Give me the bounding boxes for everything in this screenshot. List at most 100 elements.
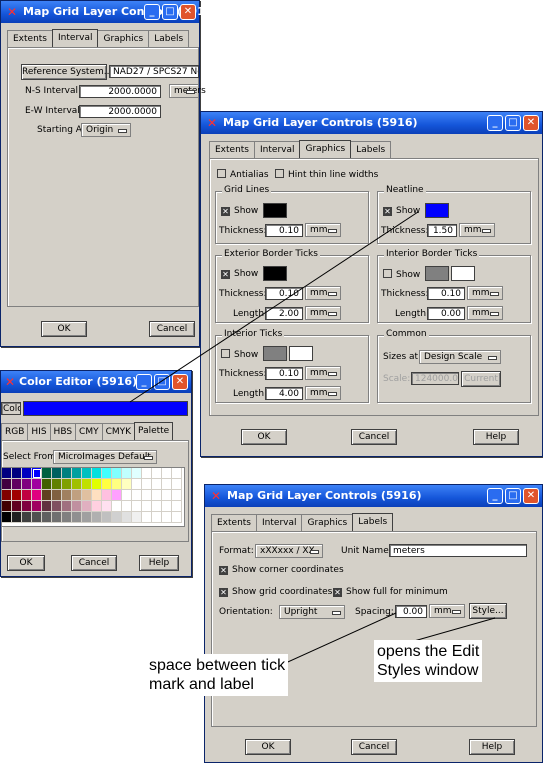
ok-button[interactable]: OK bbox=[245, 739, 291, 755]
palette-cell[interactable] bbox=[52, 479, 62, 490]
close-icon[interactable]: ✕ bbox=[172, 374, 188, 390]
palette-cell[interactable] bbox=[122, 501, 132, 512]
palette-cell[interactable] bbox=[72, 501, 82, 512]
palette-cell[interactable] bbox=[62, 479, 72, 490]
palette-cell[interactable] bbox=[102, 468, 112, 479]
current-color-swatch[interactable] bbox=[23, 401, 188, 416]
hint-thin-checkbox[interactable]: Hint thin line widths bbox=[275, 169, 378, 181]
palette-cell[interactable] bbox=[12, 501, 22, 512]
palette-cell[interactable] bbox=[132, 490, 142, 501]
palette-cell[interactable] bbox=[92, 490, 102, 501]
palette-cell[interactable] bbox=[32, 490, 42, 501]
palette-cell[interactable] bbox=[22, 479, 32, 490]
window-graphics-titlebar[interactable]: ✕ Map Grid Layer Controls (5916) _ □ ✕ bbox=[201, 112, 542, 134]
palette-cell[interactable] bbox=[162, 468, 172, 479]
interior-thickness-input[interactable]: 0.10 bbox=[265, 367, 303, 380]
palette-cell[interactable] bbox=[82, 479, 92, 490]
palette-cell[interactable] bbox=[172, 479, 182, 490]
palette-cell[interactable] bbox=[82, 490, 92, 501]
maximize-icon[interactable]: □ bbox=[505, 115, 521, 131]
palette-cell[interactable] bbox=[2, 501, 12, 512]
interior-border-secondary-swatch[interactable] bbox=[451, 266, 475, 281]
tab-cmy[interactable]: CMY bbox=[75, 423, 103, 441]
palette-cell[interactable] bbox=[152, 468, 162, 479]
palette-cell[interactable] bbox=[42, 490, 52, 501]
palette-cell[interactable] bbox=[112, 468, 122, 479]
scale-input[interactable]: 124000.0 bbox=[411, 372, 459, 385]
tab-hbs[interactable]: HBS bbox=[49, 423, 77, 441]
maximize-icon[interactable]: □ bbox=[154, 374, 170, 390]
palette-cell[interactable] bbox=[142, 501, 152, 512]
palette-cell[interactable] bbox=[22, 512, 32, 523]
palette-cell[interactable] bbox=[62, 468, 72, 479]
minimize-icon[interactable]: _ bbox=[144, 4, 160, 20]
palette-cell[interactable] bbox=[102, 512, 112, 523]
interior-border-length-unit-dropdown[interactable]: mm bbox=[467, 306, 503, 320]
spacing-unit-dropdown[interactable]: mm bbox=[429, 604, 465, 618]
interior-secondary-swatch[interactable] bbox=[289, 346, 313, 361]
grid-lines-unit-dropdown[interactable]: mm bbox=[305, 223, 341, 237]
tab-interval[interactable]: Interval bbox=[256, 514, 303, 532]
grid-lines-thickness-input[interactable]: 0.10 bbox=[265, 224, 303, 237]
palette-cell[interactable] bbox=[142, 490, 152, 501]
palette-cell[interactable] bbox=[152, 490, 162, 501]
interior-length-unit-dropdown[interactable]: mm bbox=[305, 386, 341, 400]
ok-button[interactable]: OK bbox=[7, 555, 45, 571]
ok-button[interactable]: OK bbox=[241, 429, 287, 445]
palette-cell[interactable] bbox=[52, 512, 62, 523]
color-editor-titlebar[interactable]: ✕ Color Editor (5916) _ □ ✕ bbox=[1, 371, 191, 393]
exterior-length-input[interactable]: 2.00 bbox=[265, 307, 303, 320]
palette-cell[interactable] bbox=[162, 512, 172, 523]
palette-cell[interactable] bbox=[42, 479, 52, 490]
interior-border-thickness-unit-dropdown[interactable]: mm bbox=[467, 286, 503, 300]
antialias-checkbox[interactable]: Antialias bbox=[217, 169, 269, 181]
exterior-length-unit-dropdown[interactable]: mm bbox=[305, 306, 341, 320]
tab-graphics[interactable]: Graphics bbox=[301, 514, 354, 532]
palette-cell[interactable] bbox=[172, 512, 182, 523]
ns-interval-input[interactable]: 2000.0000 bbox=[79, 85, 161, 98]
interior-border-length-input[interactable]: 0.00 bbox=[427, 307, 465, 320]
tab-graphics[interactable]: Graphics bbox=[299, 140, 352, 160]
help-button[interactable]: Help bbox=[469, 739, 515, 755]
palette-dropdown[interactable]: MicroImages Default bbox=[53, 450, 157, 464]
units-dropdown[interactable]: meters bbox=[169, 84, 206, 98]
palette-cell[interactable] bbox=[162, 490, 172, 501]
palette-cell[interactable] bbox=[92, 512, 102, 523]
cancel-button[interactable]: Cancel bbox=[149, 321, 195, 337]
palette-cell[interactable] bbox=[62, 512, 72, 523]
palette-cell[interactable] bbox=[172, 490, 182, 501]
tab-labels[interactable]: Labels bbox=[352, 513, 394, 533]
palette-cell[interactable] bbox=[112, 501, 122, 512]
starting-at-dropdown[interactable]: Origin bbox=[81, 123, 131, 137]
palette-cell[interactable] bbox=[22, 468, 32, 479]
palette-cell[interactable] bbox=[122, 512, 132, 523]
tab-labels[interactable]: Labels bbox=[350, 141, 392, 159]
exterior-thickness-unit-dropdown[interactable]: mm bbox=[305, 286, 341, 300]
palette-cell[interactable] bbox=[122, 490, 132, 501]
palette-cell[interactable] bbox=[92, 501, 102, 512]
tab-labels[interactable]: Labels bbox=[148, 30, 190, 48]
help-button[interactable]: Help bbox=[473, 429, 519, 445]
palette-cell[interactable] bbox=[102, 490, 112, 501]
neatline-unit-dropdown[interactable]: mm bbox=[459, 223, 495, 237]
palette-cell[interactable] bbox=[62, 490, 72, 501]
orientation-dropdown[interactable]: Upright bbox=[279, 605, 345, 619]
palette-cell[interactable] bbox=[172, 501, 182, 512]
maximize-icon[interactable]: □ bbox=[505, 488, 521, 504]
palette-cell[interactable] bbox=[2, 479, 12, 490]
interior-border-thickness-input[interactable]: 0.10 bbox=[427, 287, 465, 300]
show-corner-checkbox[interactable]: ✕ Show corner coordinates bbox=[219, 565, 344, 576]
cancel-button[interactable]: Cancel bbox=[351, 739, 397, 755]
palette-cell[interactable] bbox=[92, 479, 102, 490]
neatline-thickness-input[interactable]: 1.50 bbox=[427, 224, 457, 237]
cancel-button[interactable]: Cancel bbox=[351, 429, 397, 445]
ok-button[interactable]: OK bbox=[41, 321, 87, 337]
palette-cell[interactable] bbox=[52, 468, 62, 479]
style-button[interactable]: Style... bbox=[469, 603, 507, 619]
palette-cell[interactable] bbox=[32, 468, 42, 479]
palette-cell[interactable] bbox=[32, 479, 42, 490]
palette-cell[interactable] bbox=[122, 468, 132, 479]
cancel-button[interactable]: Cancel bbox=[71, 555, 117, 571]
palette-cell[interactable] bbox=[22, 490, 32, 501]
palette-cell[interactable] bbox=[72, 468, 82, 479]
